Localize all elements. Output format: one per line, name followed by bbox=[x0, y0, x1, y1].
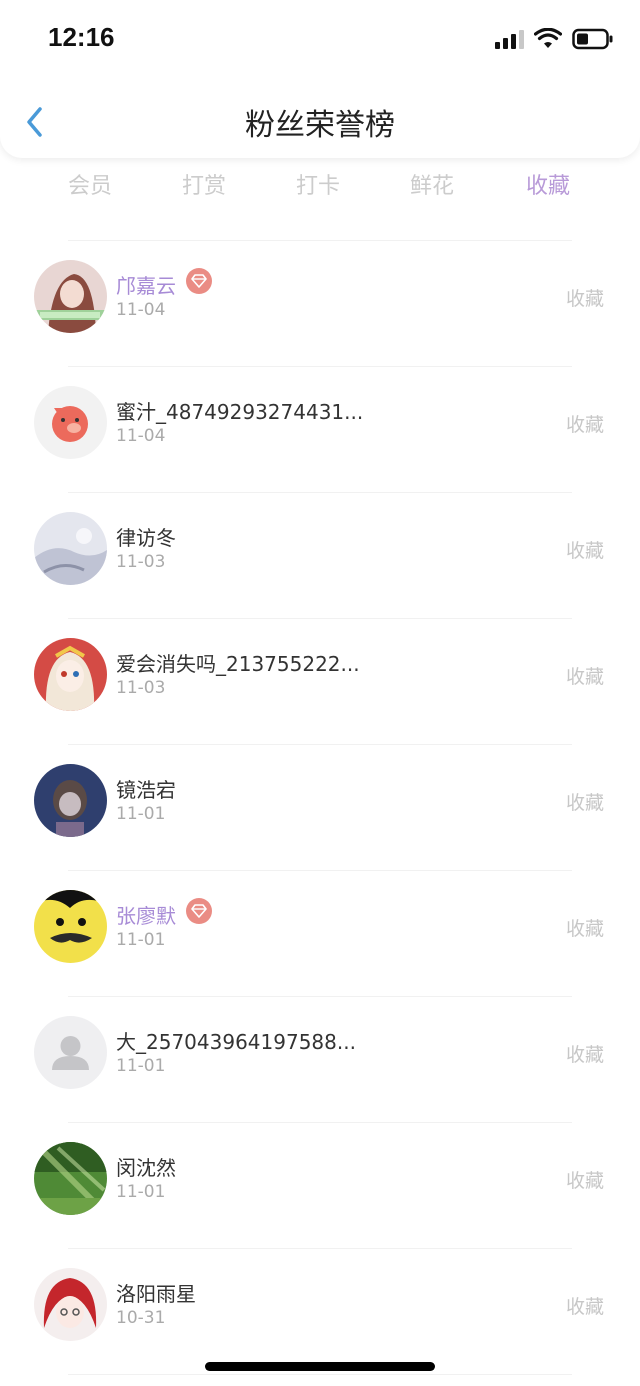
user-name: 蜜汁_48749293274431... bbox=[116, 400, 364, 424]
follow-date: 11-03 bbox=[116, 678, 166, 698]
home-indicator[interactable] bbox=[205, 1362, 435, 1371]
diamond-badge-icon bbox=[186, 898, 212, 924]
tab-checkin[interactable]: 打卡 bbox=[261, 168, 375, 200]
follow-date: 11-01 bbox=[116, 930, 166, 950]
follow-date: 11-01 bbox=[116, 1056, 166, 1076]
status-time: 12:16 bbox=[48, 22, 115, 52]
list-item[interactable]: 律访冬 11-03 收藏 bbox=[0, 492, 640, 618]
user-name: 律访冬 bbox=[116, 526, 176, 550]
action-label: 收藏 bbox=[565, 1170, 604, 1192]
list-item[interactable]: 洛阳雨星 10-31 收藏 bbox=[0, 1248, 640, 1374]
status-icons bbox=[495, 24, 614, 54]
list-item[interactable]: 镜浩宕 11-01 收藏 bbox=[0, 744, 640, 870]
user-name: 张廖默 bbox=[116, 904, 176, 928]
anime-character-avatar[interactable] bbox=[34, 638, 107, 711]
action-label: 收藏 bbox=[565, 666, 604, 688]
snow-scene-avatar[interactable] bbox=[34, 512, 107, 585]
list-item[interactable]: 张廖默 11-01 收藏 bbox=[0, 870, 640, 996]
green-forest-avatar[interactable] bbox=[34, 1142, 107, 1215]
tab-bar: 会员 打赏 打卡 鲜花 收藏 bbox=[0, 168, 640, 212]
yellow-meme-avatar[interactable] bbox=[34, 890, 107, 963]
list-item[interactable]: 邝嘉云 11-04 收藏 bbox=[0, 240, 640, 366]
tab-favorites[interactable]: 收藏 bbox=[491, 168, 605, 200]
follow-date: 11-01 bbox=[116, 1182, 166, 1202]
red-hair-girl-avatar[interactable] bbox=[34, 1268, 107, 1341]
list-item[interactable]: 蜜汁_48749293274431... 11-04 收藏 bbox=[0, 366, 640, 492]
default-user-avatar[interactable] bbox=[34, 1016, 107, 1089]
dark-portrait-avatar[interactable] bbox=[34, 764, 107, 837]
user-name: 闵沈然 bbox=[116, 1156, 176, 1180]
follow-date: 11-03 bbox=[116, 552, 166, 572]
anime-girl-avatar[interactable] bbox=[34, 260, 107, 333]
action-label: 收藏 bbox=[565, 1044, 604, 1066]
wifi-icon bbox=[534, 28, 562, 48]
tab-flowers[interactable]: 鲜花 bbox=[375, 168, 489, 200]
tab-reward[interactable]: 打赏 bbox=[147, 168, 261, 200]
action-label: 收藏 bbox=[565, 918, 604, 940]
user-name: 洛阳雨星 bbox=[116, 1282, 196, 1306]
action-label: 收藏 bbox=[565, 414, 604, 436]
follow-date: 11-01 bbox=[116, 804, 166, 824]
action-label: 收藏 bbox=[565, 792, 604, 814]
diamond-badge-icon bbox=[186, 268, 212, 294]
action-label: 收藏 bbox=[565, 540, 604, 562]
divider bbox=[68, 1374, 572, 1375]
follow-date: 11-04 bbox=[116, 300, 166, 320]
list-item[interactable]: 大_257043964197588... 11-01 收藏 bbox=[0, 996, 640, 1122]
follow-date: 11-04 bbox=[116, 426, 166, 446]
red-pig-avatar[interactable] bbox=[34, 386, 107, 459]
top-bar: 12:16 粉丝荣誉榜 bbox=[0, 0, 640, 158]
action-label: 收藏 bbox=[565, 1296, 604, 1318]
tab-member[interactable]: 会员 bbox=[33, 168, 147, 200]
user-name: 镜浩宕 bbox=[116, 778, 176, 802]
user-name: 大_257043964197588... bbox=[116, 1030, 356, 1054]
battery-icon bbox=[572, 28, 613, 50]
list-item[interactable]: 爱会消失吗_213755222... 11-03 收藏 bbox=[0, 618, 640, 744]
user-name: 爱会消失吗_213755222... bbox=[116, 652, 360, 676]
user-name: 邝嘉云 bbox=[116, 274, 176, 298]
cellular-signal-icon bbox=[495, 29, 524, 49]
page-title: 粉丝荣誉榜 bbox=[245, 108, 395, 143]
list-item[interactable]: 闵沈然 11-01 收藏 bbox=[0, 1122, 640, 1248]
action-label: 收藏 bbox=[565, 288, 604, 310]
follow-date: 10-31 bbox=[116, 1308, 166, 1328]
